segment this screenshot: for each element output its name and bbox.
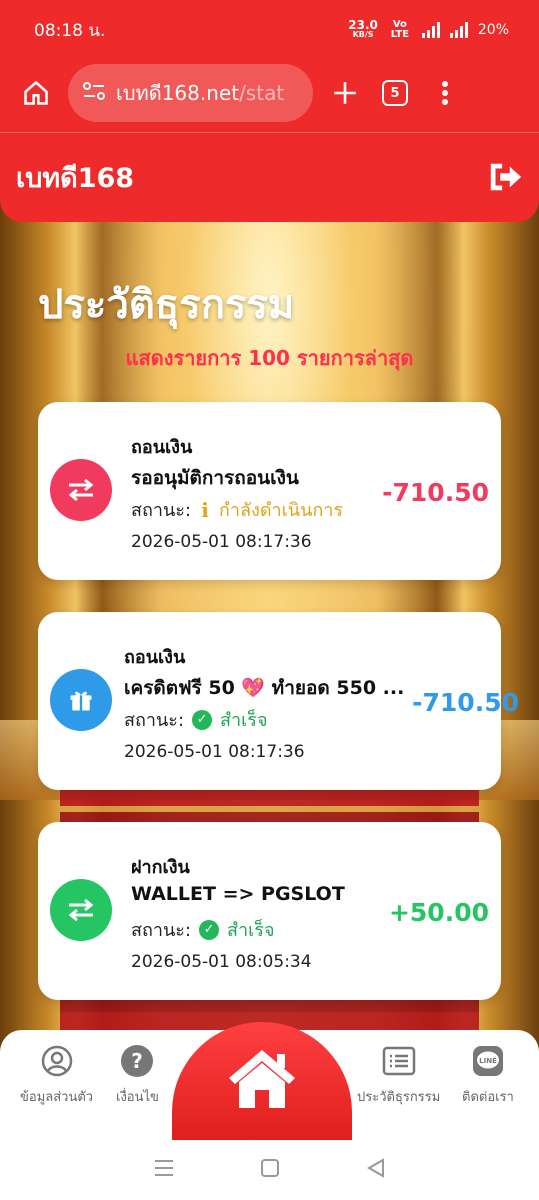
- transaction-status: สถานะ: i กำลังดำเนินการ: [131, 497, 344, 522]
- transaction-datetime: 2026-05-01 08:05:34: [131, 952, 312, 972]
- battery-level: 20%: [477, 22, 509, 38]
- transaction-amount: -710.50: [382, 478, 489, 507]
- transaction-card[interactable]: ฝากเงิน WALLET => PGSLOT สถานะ: ✓ สำเร็จ…: [38, 822, 501, 1000]
- status-time: 08:18 น.: [34, 20, 106, 41]
- page-title: ประวัติธุรกรรม: [38, 282, 295, 328]
- transaction-description: WALLET => PGSLOT: [131, 883, 345, 905]
- gift-icon: [50, 669, 112, 731]
- system-navigation-bar: [0, 1140, 539, 1200]
- list-icon: [382, 1044, 416, 1078]
- check-icon: ✓: [192, 709, 213, 730]
- status-bar: 08:18 น. 23.0 KB/S Vo LTE 20%: [0, 0, 539, 60]
- check-icon: ✓: [199, 919, 220, 940]
- volte-icon: Vo LTE: [390, 19, 410, 40]
- transaction-card[interactable]: ถอนเงิน เครดิตฟรี 50 💖 ทำยอด 550 ... สถา…: [38, 612, 519, 790]
- transaction-type: ถอนเงิน: [124, 647, 186, 668]
- app-header: เบทดี168: [0, 133, 539, 221]
- transaction-amount: -710.50: [412, 688, 519, 717]
- address-bar[interactable]: เบทดี168.net/stat: [68, 64, 313, 122]
- signal-icon: [421, 22, 440, 38]
- transaction-description: เครดิตฟรี 50 💖 ทำยอด 550 ...: [124, 677, 405, 699]
- info-icon: i: [201, 497, 209, 522]
- brand-logo-text[interactable]: เบทดี168: [16, 156, 134, 199]
- svg-text:?: ?: [132, 1049, 144, 1073]
- tab-switcher-button[interactable]: 5: [377, 75, 413, 111]
- back-icon[interactable]: [366, 1158, 386, 1182]
- transaction-type: ถอนเงิน: [131, 437, 193, 458]
- transaction-type: ฝากเงิน: [131, 857, 190, 878]
- status-icons: 23.0 KB/S Vo LTE 20%: [348, 18, 509, 40]
- url-text: เบทดี168.net/stat: [116, 81, 285, 105]
- signal-icon: [449, 22, 468, 38]
- transaction-amount: +50.00: [388, 898, 489, 927]
- site-settings-icon[interactable]: [82, 81, 106, 105]
- home-system-icon[interactable]: [260, 1158, 280, 1182]
- recent-apps-icon[interactable]: [153, 1158, 175, 1182]
- transfer-icon: [50, 879, 112, 941]
- browser-chrome: 08:18 น. 23.0 KB/S Vo LTE 20% เบทดี168.n…: [0, 0, 539, 222]
- transaction-datetime: 2026-05-01 08:17:36: [131, 532, 312, 552]
- network-speed: 23.0 KB/S: [348, 18, 378, 39]
- nav-profile[interactable]: ข้อมูลส่วนตัว: [20, 1044, 93, 1107]
- user-circle-icon: [40, 1044, 74, 1078]
- question-icon: ?: [120, 1044, 154, 1078]
- home-icon: [227, 1048, 297, 1114]
- logout-icon[interactable]: [487, 159, 523, 195]
- new-tab-icon[interactable]: [327, 75, 363, 111]
- transaction-status: สถานะ: ✓ สำเร็จ: [124, 709, 268, 731]
- nav-history[interactable]: ประวัติธุรกรรม: [357, 1044, 440, 1107]
- page-subtitle: แสดงรายการ 100 รายการล่าสุด: [125, 346, 414, 370]
- transaction-description: รออนุมัติการถอนเงิน: [131, 467, 299, 489]
- svg-text:LINE: LINE: [479, 1057, 497, 1065]
- home-icon[interactable]: [18, 75, 54, 111]
- more-menu-icon[interactable]: [427, 75, 463, 111]
- transfer-icon: [50, 459, 112, 521]
- nav-terms[interactable]: ? เงื่อนไข: [116, 1044, 159, 1107]
- transaction-datetime: 2026-05-01 08:17:36: [124, 742, 305, 762]
- transaction-status: สถานะ: ✓ สำเร็จ: [131, 919, 275, 941]
- nav-contact[interactable]: LINE ติดต่อเรา: [462, 1044, 514, 1107]
- transaction-card[interactable]: ถอนเงิน รออนุมัติการถอนเงิน สถานะ: i กำล…: [38, 402, 501, 580]
- line-icon: LINE: [471, 1044, 505, 1078]
- browser-toolbar: เบทดี168.net/stat 5: [0, 60, 539, 126]
